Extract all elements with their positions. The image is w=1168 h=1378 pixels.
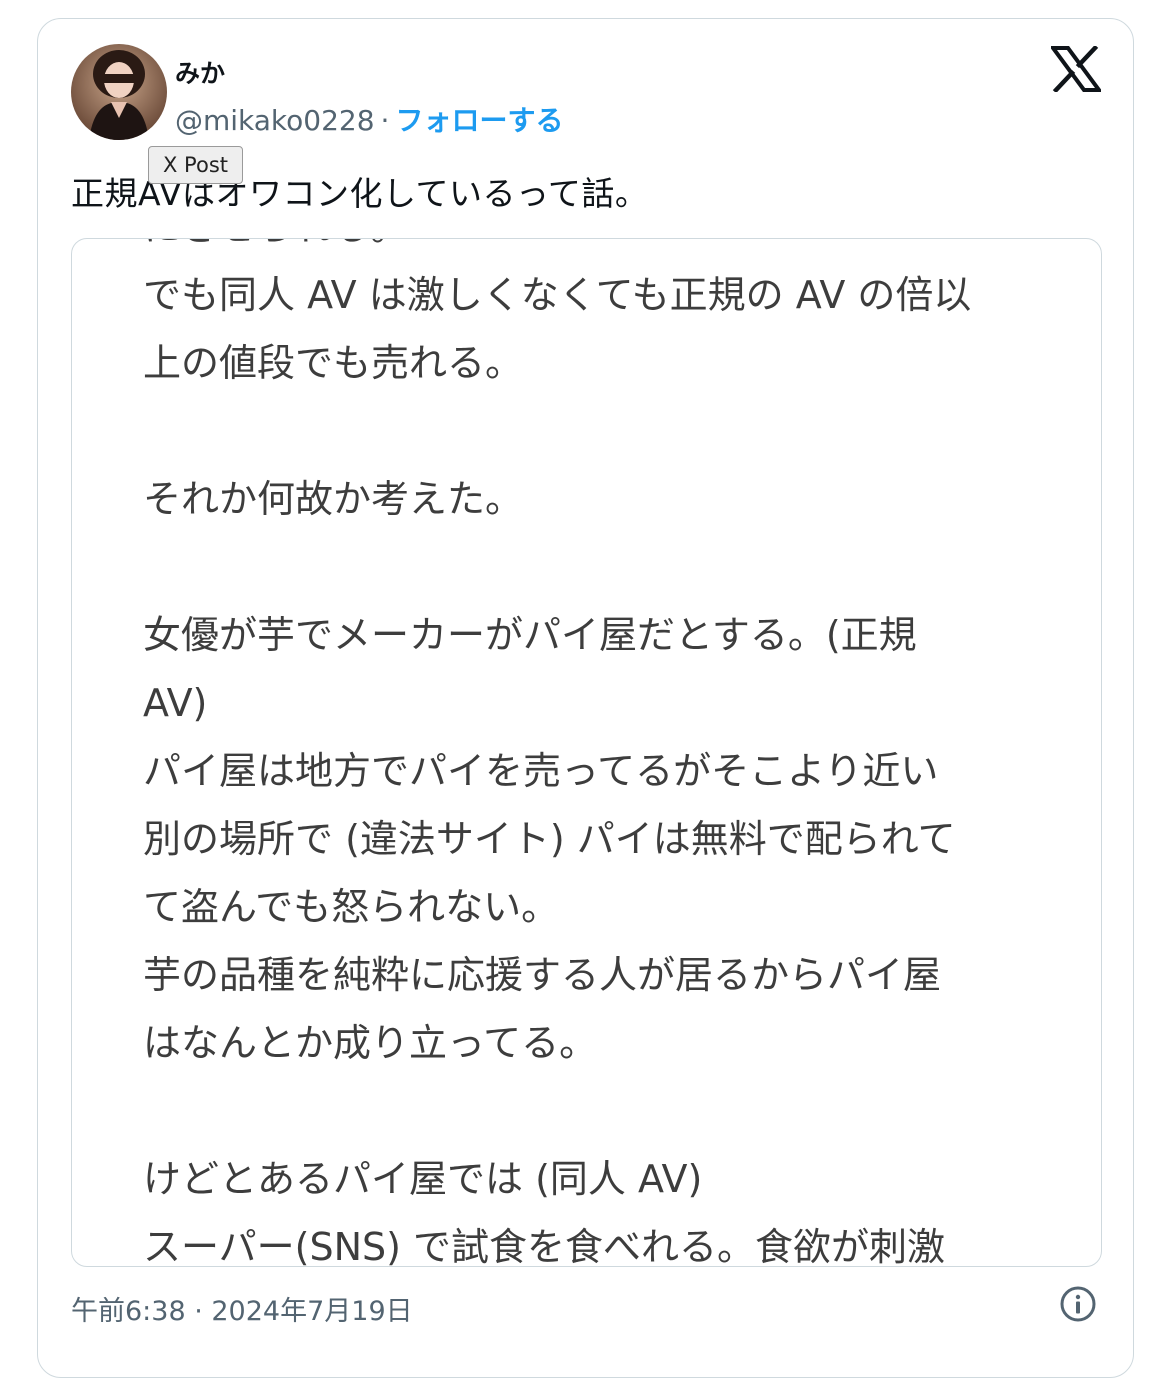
image-text-line: 別の場所で (違法サイト) パイは無料で配られて — [143, 817, 956, 861]
image-text-line: 上の値段でも売れる。 — [143, 341, 524, 385]
image-text-line: でも同人 AV は激しくなくても正規の AV の倍以 — [143, 273, 972, 317]
attached-image[interactable]: にさせられる。 でも同人 AV は激しくなくても正規の AV の倍以 上の値段で… — [71, 238, 1102, 1267]
user-handle[interactable]: @mikako0228 — [175, 104, 375, 137]
image-text-line — [143, 1077, 1043, 1145]
image-text-line — [143, 397, 1043, 465]
image-text-line: 芋の品種を純粋に応援する人が居るからパイ屋 — [143, 953, 942, 997]
embedded-post-card: みか @mikako0228 · フォローする X Post 正規AVはオワコン化し… — [37, 18, 1134, 1378]
avatar[interactable] — [71, 44, 167, 140]
image-text-line: スーパー(SNS) で試食を食べれる。食欲が刺激 — [143, 1225, 946, 1267]
follow-button[interactable]: フォローする — [395, 104, 563, 137]
image-text-line: パイ屋は地方でパイを売ってるがそこより近い — [143, 749, 939, 793]
image-text-line: AV) — [143, 681, 208, 725]
info-icon[interactable] — [1059, 1285, 1097, 1323]
image-text-line: それか何故か考えた。 — [143, 477, 524, 521]
attached-image-text: にさせられる。 でも同人 AV は激しくなくても正規の AV の倍以 上の値段で… — [143, 239, 1043, 1267]
profile-photo-avatar-icon — [71, 44, 167, 140]
post-timestamp[interactable]: 午前6:38 · 2024年7月19日 — [71, 1289, 413, 1328]
image-text-line: 女優が芋でメーカーがパイ屋だとする。(正規 — [143, 613, 917, 657]
image-text-line: はなんとか成り立ってる。 — [143, 1021, 598, 1065]
x-post-tooltip: X Post — [148, 146, 243, 184]
separator-dot: · — [380, 104, 390, 137]
image-text-line: けどとあるパイ屋では (同人 AV) — [143, 1157, 703, 1201]
x-logo-icon[interactable] — [1049, 44, 1103, 94]
image-text-line — [143, 533, 1043, 601]
display-name[interactable]: みか — [175, 54, 225, 90]
handle-line: @mikako0228 · フォローする — [175, 99, 563, 139]
image-text-line: て盗んでも怒られない。 — [143, 885, 560, 929]
image-text-line: にさせられる。 — [143, 239, 1043, 261]
